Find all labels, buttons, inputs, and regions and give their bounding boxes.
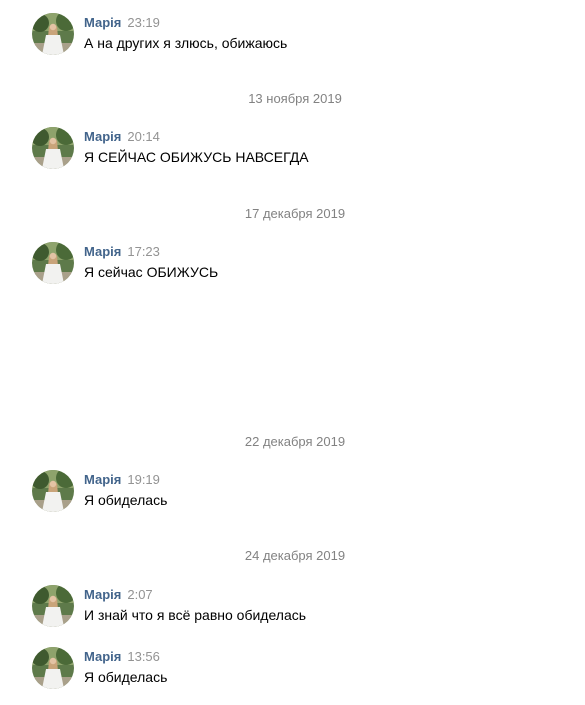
message-item: Марія 23:19 А на других я злюсь, обижаюсь — [32, 13, 552, 57]
message-time[interactable]: 13:56 — [127, 649, 160, 664]
author-name[interactable]: Марія — [84, 129, 121, 144]
avatar[interactable] — [32, 585, 74, 627]
author-name[interactable]: Марія — [84, 472, 121, 487]
message-text: Я обиделась — [84, 669, 168, 685]
date-separator-label: 24 декабря 2019 — [244, 548, 346, 563]
message-text: И знай что я всё равно обиделась — [84, 607, 307, 623]
message-header: Марія 2:07 — [84, 587, 153, 603]
author-name[interactable]: Марія — [84, 649, 121, 664]
author-name[interactable]: Марія — [84, 15, 121, 30]
message-item: Марія 2:07 И знай что я всё равно обидела… — [32, 585, 552, 629]
avatar[interactable] — [32, 127, 74, 169]
message-item: Марія 17:23 Я сейчас ОБИЖУСЬ — [32, 242, 552, 286]
avatar[interactable] — [32, 13, 74, 55]
message-item: Марія 13:56 Я обиделась — [32, 647, 552, 691]
message-text: Я СЕЙЧАС ОБИЖУСЬ НАВСЕГДА — [84, 149, 309, 165]
message-header: Марія 19:19 — [84, 472, 160, 488]
date-separator: 17 декабря 2019 — [0, 206, 585, 222]
date-separator: 22 декабря 2019 — [0, 434, 585, 450]
message-time[interactable]: 2:07 — [127, 587, 152, 602]
message-time[interactable]: 17:23 — [127, 244, 160, 259]
message-item: Марія 20:14 Я СЕЙЧАС ОБИЖУСЬ НАВСЕГДА — [32, 127, 552, 171]
message-time[interactable]: 19:19 — [127, 472, 160, 487]
message-text: Я обиделась — [84, 492, 168, 508]
message-time[interactable]: 20:14 — [127, 129, 160, 144]
message-header: Марія 13:56 — [84, 649, 160, 665]
message-text: А на других я злюсь, обижаюсь — [84, 35, 288, 51]
message-text: Я сейчас ОБИЖУСЬ — [84, 264, 219, 280]
message-header: Марія 17:23 — [84, 244, 160, 260]
avatar[interactable] — [32, 647, 74, 689]
message-time[interactable]: 23:19 — [127, 15, 160, 30]
message-header: Марія 23:19 — [84, 15, 160, 31]
date-separator: 13 ноября 2019 — [0, 91, 585, 107]
date-separator-label: 22 декабря 2019 — [244, 434, 346, 449]
message-header: Марія 20:14 — [84, 129, 160, 145]
author-name[interactable]: Марія — [84, 587, 121, 602]
avatar[interactable] — [32, 242, 74, 284]
author-name[interactable]: Марія — [84, 244, 121, 259]
avatar[interactable] — [32, 470, 74, 512]
message-item: Марія 19:19 Я обиделась — [32, 470, 552, 514]
date-separator: 24 декабря 2019 — [0, 548, 585, 564]
date-separator-label: 17 декабря 2019 — [244, 206, 346, 221]
date-separator-label: 13 ноября 2019 — [248, 91, 342, 106]
